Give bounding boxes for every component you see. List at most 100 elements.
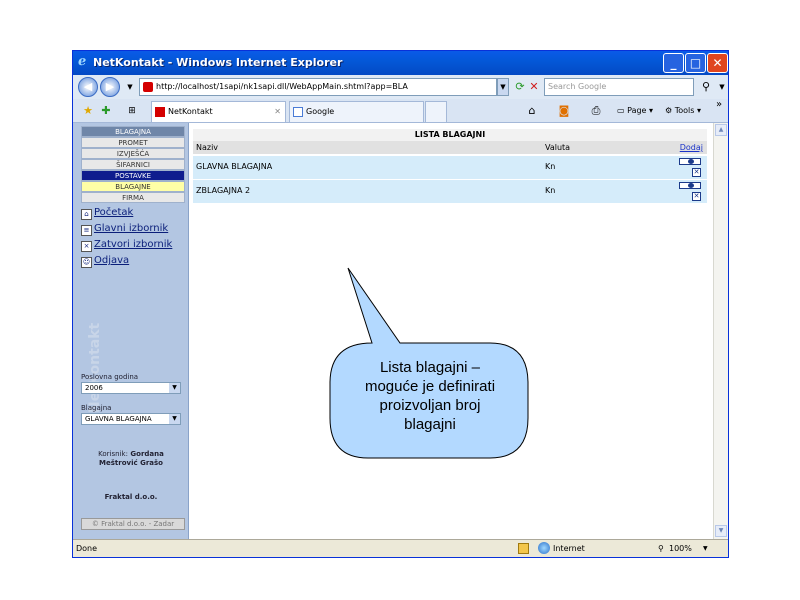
chevron-down-icon: ▼ (169, 383, 180, 393)
add-button[interactable]: Dodaj (680, 141, 703, 154)
zoom-dropdown-icon[interactable]: ▼ (703, 540, 708, 557)
callout-line: moguće je definirati (364, 378, 496, 395)
search-input[interactable]: Search Google (544, 78, 694, 96)
cell-valuta: Kn (545, 186, 556, 195)
scroll-up-icon[interactable]: ▲ (715, 124, 727, 136)
window-title: NetKontakt - Windows Internet Explorer (93, 56, 343, 69)
poslovna-godina-select[interactable]: 2006 ▼ (81, 382, 181, 394)
user-icon: ☺ (81, 257, 92, 268)
quick-tabs-icon[interactable]: ⊞ (123, 102, 141, 120)
home-icon[interactable]: ⌂ (523, 102, 541, 120)
stop-icon[interactable]: ✕ (525, 78, 543, 96)
new-tab-button[interactable] (425, 101, 447, 122)
menu-blagajna-header[interactable]: BLAGAJNA (81, 126, 185, 137)
link-pocetak[interactable]: ⌂ Početak (81, 207, 133, 220)
korisnik-line-1: Korisnik: Gordana (73, 450, 189, 458)
address-dropdown-icon[interactable]: ▼ (497, 78, 509, 96)
edit-icon[interactable] (679, 158, 701, 165)
home-icon: ⌂ (81, 209, 92, 220)
address-url: http://localhost/1sapi/nk1sapi.dll/WebAp… (156, 82, 408, 91)
callout-line: Lista blagajni – (379, 359, 481, 376)
history-dropdown-icon[interactable]: ▼ (121, 78, 139, 96)
feeds-icon[interactable]: ◙ (555, 102, 573, 120)
zoom-level[interactable]: 100% (669, 540, 692, 557)
link-zatvori-izbornik[interactable]: × Zatvori izbornik (81, 239, 172, 252)
delete-icon[interactable]: ✕ (692, 192, 701, 201)
add-favorites-icon[interactable]: ✚ (97, 102, 115, 120)
status-bar: Done Internet ⚲ 100% ▼ (73, 539, 728, 557)
copyright-badge: © Fraktal d.o.o. - Zadar (81, 518, 185, 530)
tools-menu[interactable]: ⚙ Tools ▾ (665, 103, 701, 119)
tab-google[interactable]: Google (289, 101, 424, 122)
scroll-down-icon[interactable]: ▼ (715, 525, 727, 537)
chevron-down-icon: ▼ (169, 414, 180, 424)
netkontakt-watermark-logo: NetKontakt (87, 322, 103, 413)
menu-icon: ≡ (81, 225, 92, 236)
cell-naziv: ZBLAGAJNA 2 (196, 186, 251, 195)
close-menu-icon: × (81, 241, 92, 252)
netkontakt-favicon-icon (155, 107, 165, 117)
page-menu-label: Page (627, 106, 647, 115)
internet-explorer-icon: ℯ (78, 54, 87, 69)
table-header: Naziv Valuta Dodaj (193, 141, 707, 154)
browser-window: ℯ NetKontakt - Windows Internet Explorer… (72, 50, 729, 558)
zoom-magnifier-icon: ⚲ (658, 544, 664, 553)
blagajna-value: GLAVNA BLAGAJNA (85, 415, 152, 423)
search-options-icon[interactable]: ▼ (713, 78, 731, 96)
menu-sifarnici[interactable]: ŠIFARNICI (81, 159, 185, 170)
table-row: GLAVNA BLAGAJNA Kn ✕ (193, 156, 707, 179)
maximize-button[interactable]: □ (685, 53, 706, 73)
title-bar[interactable]: ℯ NetKontakt - Windows Internet Explorer… (73, 51, 728, 75)
vertical-scrollbar[interactable]: ▲ ▼ (713, 123, 728, 539)
tab-close-icon[interactable]: ✕ (274, 102, 281, 122)
menu-blagajne[interactable]: BLAGAJNE (81, 181, 185, 192)
forward-button[interactable]: ▶ (100, 77, 120, 97)
main-panel: LISTA BLAGAJNI Naziv Valuta Dodaj GLAVNA… (191, 123, 713, 539)
cell-naziv: GLAVNA BLAGAJNA (196, 162, 273, 171)
menu-postavke[interactable]: POSTAVKE (81, 170, 185, 181)
sidebar: BLAGAJNA PROMET IZVJEŠĆA ŠIFARNICI POSTA… (73, 123, 189, 539)
minimize-button[interactable]: _ (663, 53, 684, 73)
callout-line: proizvoljan broj (379, 397, 481, 414)
page-menu[interactable]: ▭ Page ▾ (617, 103, 653, 119)
tab-label: NetKontakt (168, 107, 213, 116)
more-commands-button[interactable]: » (716, 97, 722, 113)
popup-blocker-icon[interactable] (518, 543, 529, 554)
menu-izvjesca[interactable]: IZVJEŠĆA (81, 148, 185, 159)
tools-gear-icon: ⚙ (665, 106, 673, 115)
column-valuta: Valuta (545, 143, 571, 152)
edit-icon[interactable] (679, 182, 701, 189)
favorites-star-icon[interactable]: ★ (79, 102, 97, 120)
back-button[interactable]: ◀ (78, 77, 98, 97)
tools-menu-label: Tools (674, 106, 695, 115)
page-content: BLAGAJNA PROMET IZVJEŠĆA ŠIFARNICI POSTA… (73, 123, 728, 539)
link-label: Glavni izbornik (94, 223, 169, 234)
page-icon: ▭ (617, 106, 625, 115)
tab-netkontakt[interactable]: NetKontakt ✕ (151, 101, 286, 122)
menu-promet[interactable]: PROMET (81, 137, 185, 148)
google-favicon-icon (293, 107, 303, 117)
close-button[interactable]: ✕ (707, 53, 728, 73)
status-text: Done (76, 544, 98, 553)
address-input[interactable]: http://localhost/1sapi/nk1sapi.dll/WebAp… (139, 78, 497, 96)
link-label: Odjava (94, 255, 130, 266)
link-glavni-izbornik[interactable]: ≡ Glavni izbornik (81, 223, 168, 236)
page-title: LISTA BLAGAJNI (193, 129, 707, 141)
blagajna-select[interactable]: GLAVNA BLAGAJNA ▼ (81, 413, 181, 425)
link-label: Početak (94, 207, 134, 218)
link-odjava[interactable]: ☺ Odjava (81, 255, 129, 268)
menu-firma[interactable]: FIRMA (81, 192, 185, 203)
address-bar-row: ◀ ▶ ▼ http://localhost/1sapi/nk1sapi.dll… (73, 75, 728, 99)
site-favicon-icon (143, 82, 153, 92)
tab-bar: ★ ✚ ⊞ NetKontakt ✕ Google ⌂ ◙ ⎙ ▭ Page ▾… (73, 99, 728, 123)
delete-icon[interactable]: ✕ (692, 168, 701, 177)
poslovna-godina-value: 2006 (85, 384, 103, 392)
korisnik-name: Gordana (130, 450, 164, 458)
security-zone-label: Internet (553, 544, 585, 553)
korisnik-label: Korisnik: (98, 450, 128, 458)
print-icon[interactable]: ⎙ (587, 102, 605, 120)
column-naziv: Naziv (196, 143, 219, 152)
cell-valuta: Kn (545, 162, 556, 171)
link-label: Zatvori izbornik (94, 239, 173, 250)
poslovna-godina-label: Poslovna godina (81, 373, 139, 381)
